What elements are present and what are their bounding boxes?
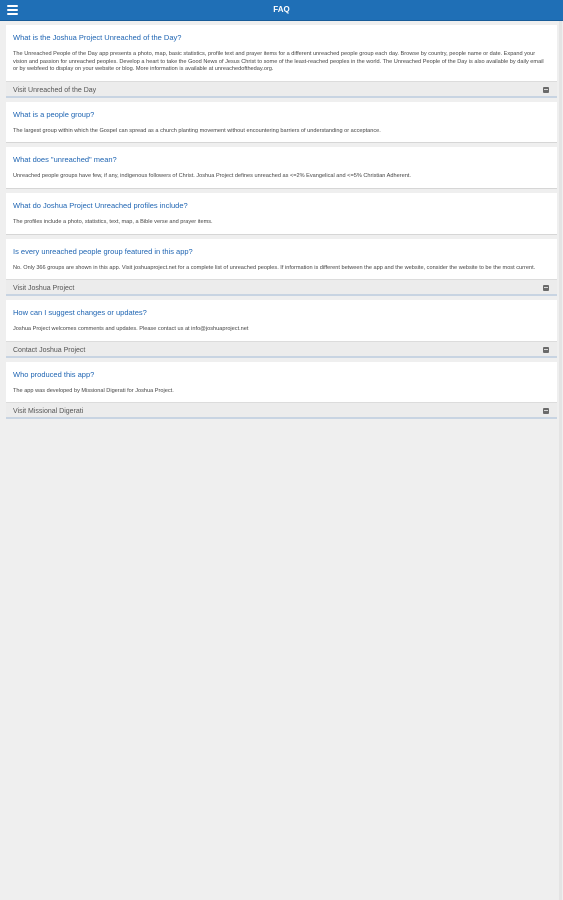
link-label: Visit Missional Digerati (13, 408, 84, 416)
scrollbar[interactable] (559, 21, 562, 900)
faq-answer: The profiles include a photo, statistics… (13, 218, 213, 225)
faq-question: Is every unreached people group featured… (13, 246, 193, 256)
faq-answer: The Unreached People of the Day app pres… (13, 51, 544, 73)
faq-item-who-produced: Who produced this app? The app was devel… (6, 361, 557, 403)
faq-question: How can I suggest changes or updates? (13, 308, 147, 318)
link-label: Visit Unreached of the Day (13, 86, 97, 94)
faq-list: What is the Joshua Project Unreached of … (6, 25, 557, 423)
faq-question: What is a people group? (13, 109, 95, 119)
external-link-icon (543, 346, 549, 353)
faq-answer: Unreached people groups have few, if any… (13, 173, 411, 180)
faq-answer: Joshua Project welcomes comments and upd… (13, 326, 249, 333)
link-label: Visit Joshua Project (13, 285, 75, 293)
external-link-icon (543, 408, 549, 415)
faq-answer: The largest group within which the Gospe… (13, 127, 381, 134)
contact-joshua-project-button[interactable]: Contact Joshua Project (6, 340, 557, 358)
faq-answer: The app was developed by Missional Diger… (13, 387, 174, 394)
faq-item-suggest-changes: How can I suggest changes or updates? Jo… (6, 300, 557, 341)
faq-item-every-group-featured: Is every unreached people group featured… (6, 238, 557, 280)
external-link-icon (543, 86, 549, 93)
link-label: Contact Joshua Project (13, 346, 86, 354)
visit-unreached-of-the-day-button[interactable]: Visit Unreached of the Day (6, 80, 557, 98)
faq-item-profiles-include: What do Joshua Project Unreached profile… (6, 192, 557, 235)
faq-answer: No. Only 366 groups are shown in this ap… (13, 264, 536, 271)
visit-missional-digerati-button[interactable]: Visit Missional Digerati (6, 402, 557, 420)
faq-question: What is the Joshua Project Unreached of … (13, 33, 182, 42)
faq-question: What do Joshua Project Unreached profile… (13, 200, 188, 210)
external-link-icon (543, 285, 549, 292)
top-app-bar: FAQ (0, 0, 563, 21)
faq-item-unreached-of-the-day: What is the Joshua Project Unreached of … (6, 25, 557, 81)
page-title: FAQ (273, 5, 290, 14)
faq-item-people-group: What is a people group? The largest grou… (6, 101, 557, 144)
faq-question: Who produced this app? (13, 369, 95, 379)
faq-item-unreached-meaning: What does "unreached" mean? Unreached pe… (6, 147, 557, 189)
faq-question: What does "unreached" mean? (13, 155, 117, 165)
visit-joshua-project-button[interactable]: Visit Joshua Project (6, 279, 557, 297)
